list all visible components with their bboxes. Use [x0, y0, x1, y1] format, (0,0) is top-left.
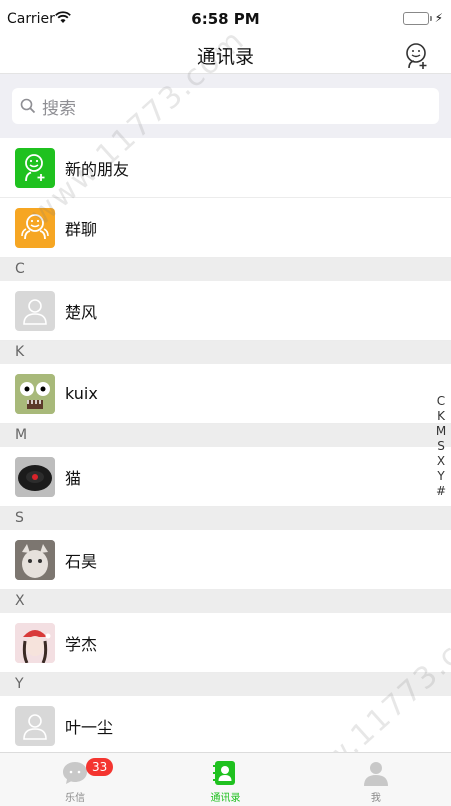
index-letter-hash[interactable]: # — [435, 484, 447, 499]
new-friends-row[interactable]: 新的朋友 — [0, 138, 451, 198]
tab-me-label: 我 — [370, 793, 381, 804]
contact-name: kuix — [65, 384, 98, 403]
index-letter-x[interactable]: X — [435, 454, 447, 469]
default-avatar — [15, 290, 55, 331]
add-friend-icon — [406, 43, 427, 69]
index-letter-y[interactable]: Y — [435, 469, 447, 484]
tab-contacts-label: 通讯录 — [210, 793, 241, 804]
section-index-bar[interactable]: C K M S X Y # — [435, 394, 447, 499]
tab-messages[interactable]: 33 乐信 — [0, 753, 150, 806]
contact-avatar — [15, 539, 55, 580]
contact-row[interactable]: 学杰 — [0, 613, 451, 673]
contact-row[interactable]: 猫 — [0, 447, 451, 507]
add-friend-button[interactable] — [405, 42, 431, 70]
tab-me[interactable]: 我 — [301, 753, 451, 806]
tab-bar: 33 乐信 通讯录 我 — [0, 752, 451, 806]
contact-name: 猫 — [65, 468, 82, 488]
contact-name: 石昊 — [65, 551, 98, 571]
section-header-c: C — [0, 258, 451, 281]
status-time: 6:58 PM — [191, 10, 260, 28]
index-letter-m[interactable]: M — [435, 424, 447, 439]
new-friend-icon — [15, 147, 55, 188]
page-title: 通讯录 — [196, 46, 254, 68]
section-header-k: K — [0, 341, 451, 364]
contact-name: 叶一尘 — [65, 717, 114, 737]
search-input[interactable]: 搜索 — [12, 88, 439, 124]
contact-row[interactable]: 石昊 — [0, 530, 451, 590]
new-friends-label: 新的朋友 — [65, 159, 130, 179]
index-letter-k[interactable]: K — [435, 409, 447, 424]
section-header-m: M — [0, 424, 451, 447]
index-letter-c[interactable]: C — [435, 394, 447, 409]
group-chat-label: 群聊 — [65, 219, 98, 239]
search-area: 搜索 — [0, 74, 451, 138]
contact-name: 学杰 — [65, 634, 98, 654]
group-chat-icon — [15, 207, 55, 248]
unread-badge: 33 — [86, 758, 114, 776]
battery-icon: ⚡ — [402, 11, 443, 25]
index-letter-s[interactable]: S — [435, 439, 447, 454]
charging-icon: ⚡ — [434, 11, 443, 25]
section-header-y: Y — [0, 673, 451, 696]
contact-row[interactable]: kuix — [0, 364, 451, 424]
person-icon — [363, 762, 388, 786]
group-chat-row[interactable]: 群聊 — [0, 198, 451, 258]
tab-messages-label: 乐信 — [65, 793, 86, 804]
nav-bar: 通讯录 — [0, 38, 451, 74]
chat-bubble-icon — [63, 762, 88, 784]
section-header-x: X — [0, 590, 451, 613]
tab-contacts[interactable]: 通讯录 — [150, 753, 300, 806]
contact-avatar — [15, 456, 55, 497]
contact-row[interactable]: 楚风 — [0, 281, 451, 341]
default-avatar — [15, 705, 55, 746]
contact-row[interactable]: 叶一尘 — [0, 696, 451, 756]
contact-avatar — [15, 622, 55, 663]
status-bar: Carrier 6:58 PM ⚡ — [0, 0, 451, 38]
section-header-s: S — [0, 507, 451, 530]
search-icon — [20, 98, 36, 114]
contact-avatar — [15, 373, 55, 414]
search-placeholder: 搜索 — [42, 98, 76, 119]
contacts-book-icon — [213, 761, 236, 785]
contact-name: 楚风 — [65, 302, 98, 322]
